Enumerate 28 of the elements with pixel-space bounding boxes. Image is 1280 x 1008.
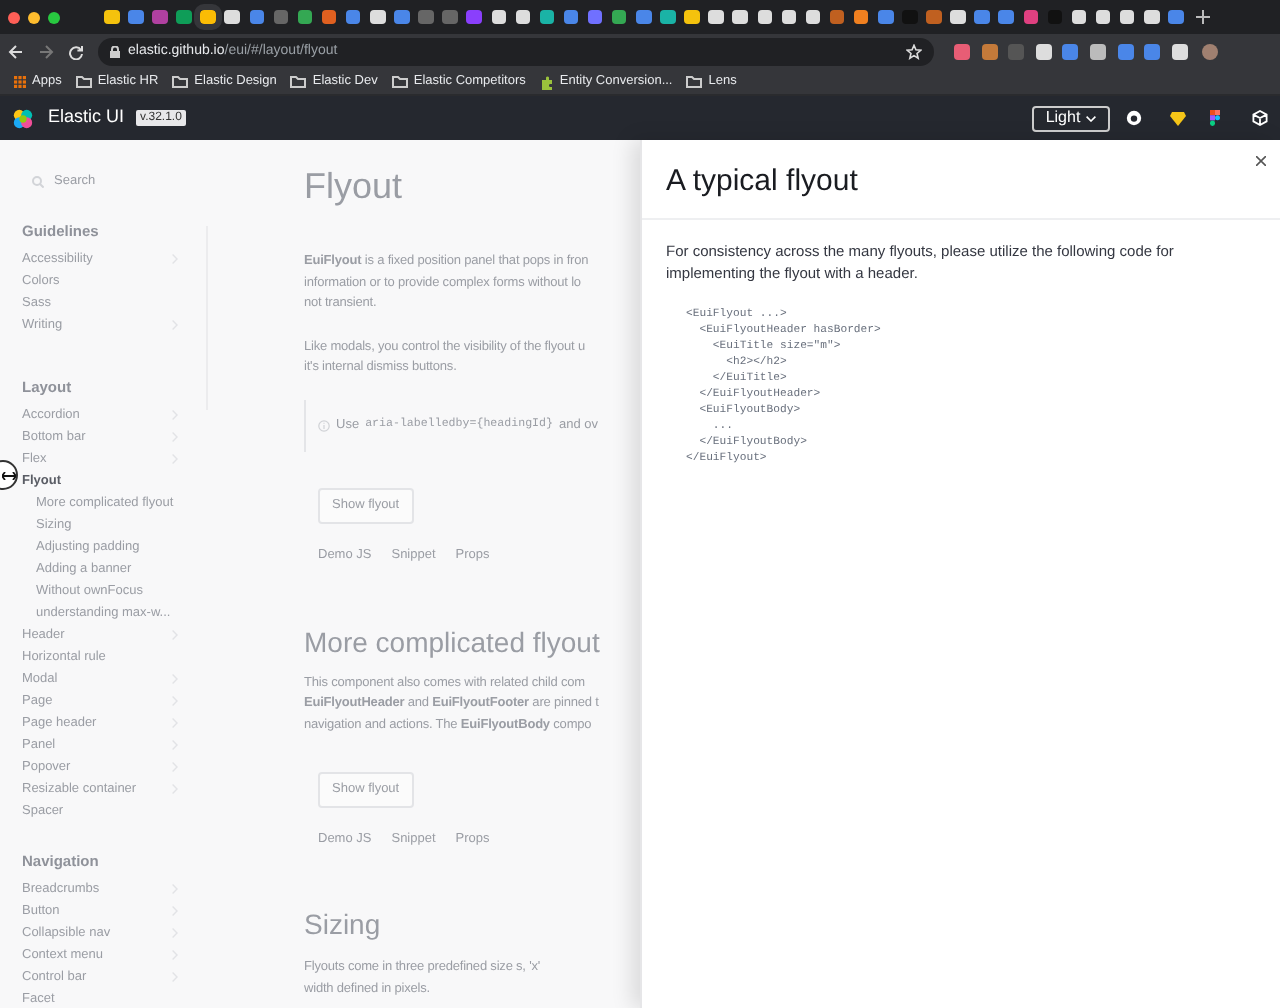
folder-icon bbox=[290, 76, 307, 88]
apps-grid-icon bbox=[14, 76, 26, 88]
info-icon bbox=[318, 419, 330, 431]
cube-icon[interactable] bbox=[1252, 110, 1268, 126]
puzzle-icon bbox=[539, 75, 554, 89]
bookmark-star-icon[interactable] bbox=[906, 44, 922, 60]
profile-avatar-icon[interactable] bbox=[1201, 44, 1218, 60]
forward-arrow-icon[interactable] bbox=[38, 44, 54, 60]
section-title: More complicated flyout bbox=[304, 623, 600, 660]
folder-icon bbox=[686, 76, 703, 88]
figma-icon[interactable] bbox=[1210, 110, 1220, 126]
gem-icon[interactable] bbox=[1170, 111, 1186, 125]
folder-icon bbox=[391, 76, 408, 88]
section-title: Sizing bbox=[304, 906, 381, 943]
app-title: Elastic UI bbox=[48, 104, 125, 131]
close-icon[interactable] bbox=[1256, 156, 1266, 166]
search-icon bbox=[32, 176, 44, 188]
flyout-title: A typical flyout bbox=[666, 164, 858, 200]
reload-icon[interactable] bbox=[68, 44, 84, 60]
folder-icon bbox=[75, 76, 92, 88]
caret-icon bbox=[1086, 115, 1097, 121]
folder-icon bbox=[172, 76, 189, 88]
lock-icon bbox=[110, 46, 120, 58]
back-arrow-icon[interactable] bbox=[8, 44, 24, 60]
theme-dropdown[interactable]: Light bbox=[1032, 105, 1110, 131]
elastic-logo-icon bbox=[12, 107, 34, 129]
page-title: Flyout bbox=[304, 164, 403, 208]
new-tab-icon[interactable] bbox=[1195, 10, 1210, 24]
